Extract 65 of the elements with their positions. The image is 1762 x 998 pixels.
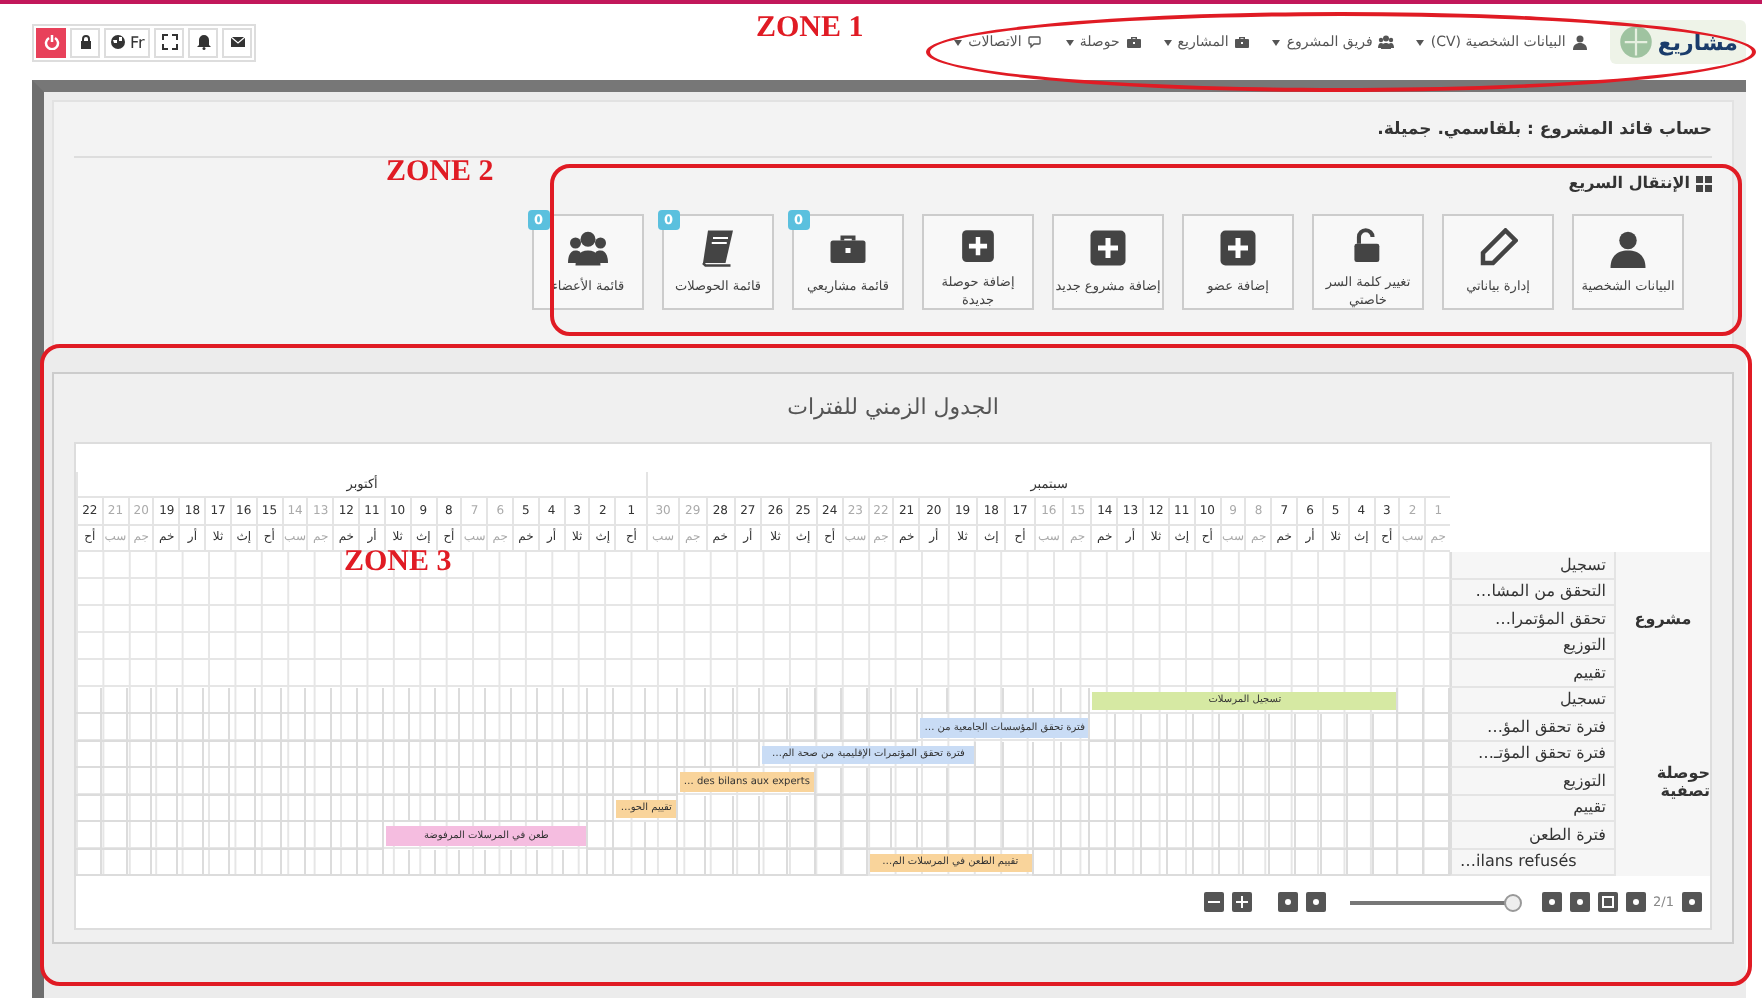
lock-icon	[77, 34, 93, 50]
site-logo[interactable]: مشاريع	[1609, 20, 1746, 64]
zoom-in-button[interactable]	[1231, 892, 1252, 912]
previous-button[interactable]	[1277, 892, 1298, 912]
briefcase-icon	[1125, 34, 1142, 50]
messages-button[interactable]	[222, 27, 253, 57]
grid-icon	[1696, 175, 1712, 191]
dot-icon	[1283, 898, 1292, 906]
task-label: فترة الطعن	[1450, 822, 1614, 849]
expand-icon	[161, 34, 178, 50]
task-label: تقييم	[1450, 795, 1614, 822]
task-label: التوزيع	[1450, 768, 1614, 795]
users-icon	[568, 228, 608, 268]
briefcase-icon	[1234, 34, 1251, 50]
language-button[interactable]: Fr	[104, 27, 151, 57]
section-title: الإنتقال السريع	[1568, 174, 1690, 192]
users-icon	[1378, 34, 1395, 50]
book-icon	[698, 228, 738, 268]
comments-icon	[1027, 34, 1044, 50]
group-label: مشروع	[1614, 552, 1710, 687]
zone-annotation: ZONE 1	[756, 12, 864, 46]
user-icon	[1608, 228, 1648, 268]
square-icon	[1601, 896, 1614, 908]
plus-square-icon	[958, 228, 998, 265]
bell-icon	[195, 34, 212, 50]
task-label: التوزيع	[1450, 633, 1614, 660]
slider-thumb[interactable]	[1503, 893, 1521, 911]
task-label: تسجيل	[1450, 552, 1614, 579]
globe-icon	[110, 34, 126, 50]
dot-icon	[1547, 898, 1556, 906]
page-button[interactable]	[1682, 892, 1702, 912]
power-icon	[43, 34, 59, 50]
panel-title: الجدول الزمني للفترات	[785, 392, 1001, 424]
plus-square-icon	[1218, 228, 1258, 268]
task-label: فترة تحقق المؤتـ…	[1450, 741, 1614, 768]
task-label: …ilans refusés	[1450, 849, 1614, 876]
lock-button[interactable]	[70, 27, 100, 57]
user-icon	[1571, 34, 1588, 50]
toggle-button[interactable]	[1625, 892, 1646, 912]
plus-icon	[1235, 896, 1248, 908]
task-label: التحقق من المشا…	[1450, 579, 1614, 606]
task-label: تسجيل	[1450, 687, 1614, 714]
dot-icon	[1311, 898, 1320, 906]
dot-icon	[1631, 898, 1640, 906]
task-label: فترة تحقق المؤ…	[1450, 714, 1614, 741]
task-label: تقييم	[1450, 660, 1614, 687]
minus-icon	[1207, 896, 1220, 908]
account-title: حساب قائد المشروع : بلقاسمي. جميلة.	[74, 102, 1712, 158]
plus-square-icon	[1088, 228, 1128, 268]
next-button[interactable]	[1305, 892, 1326, 912]
today-button[interactable]	[1597, 892, 1618, 912]
scroll-start-button[interactable]	[1541, 892, 1562, 912]
group-label: حوصلة تصفية	[1614, 687, 1710, 876]
pencil-icon	[1478, 228, 1518, 268]
zone-annotation: ZONE 2	[386, 156, 494, 190]
envelope-icon	[229, 34, 246, 50]
task-label: تحقق المؤتمرا…	[1450, 606, 1614, 633]
dot-icon	[1688, 898, 1696, 906]
scroll-end-button[interactable]	[1569, 892, 1590, 912]
dot-icon	[1575, 898, 1584, 906]
fullscreen-button[interactable]	[154, 27, 185, 57]
power-button[interactable]	[36, 27, 66, 57]
zoom-out-button[interactable]	[1203, 892, 1224, 912]
notifications-button[interactable]	[188, 27, 219, 57]
zone-annotation: ZONE 3	[344, 546, 452, 580]
